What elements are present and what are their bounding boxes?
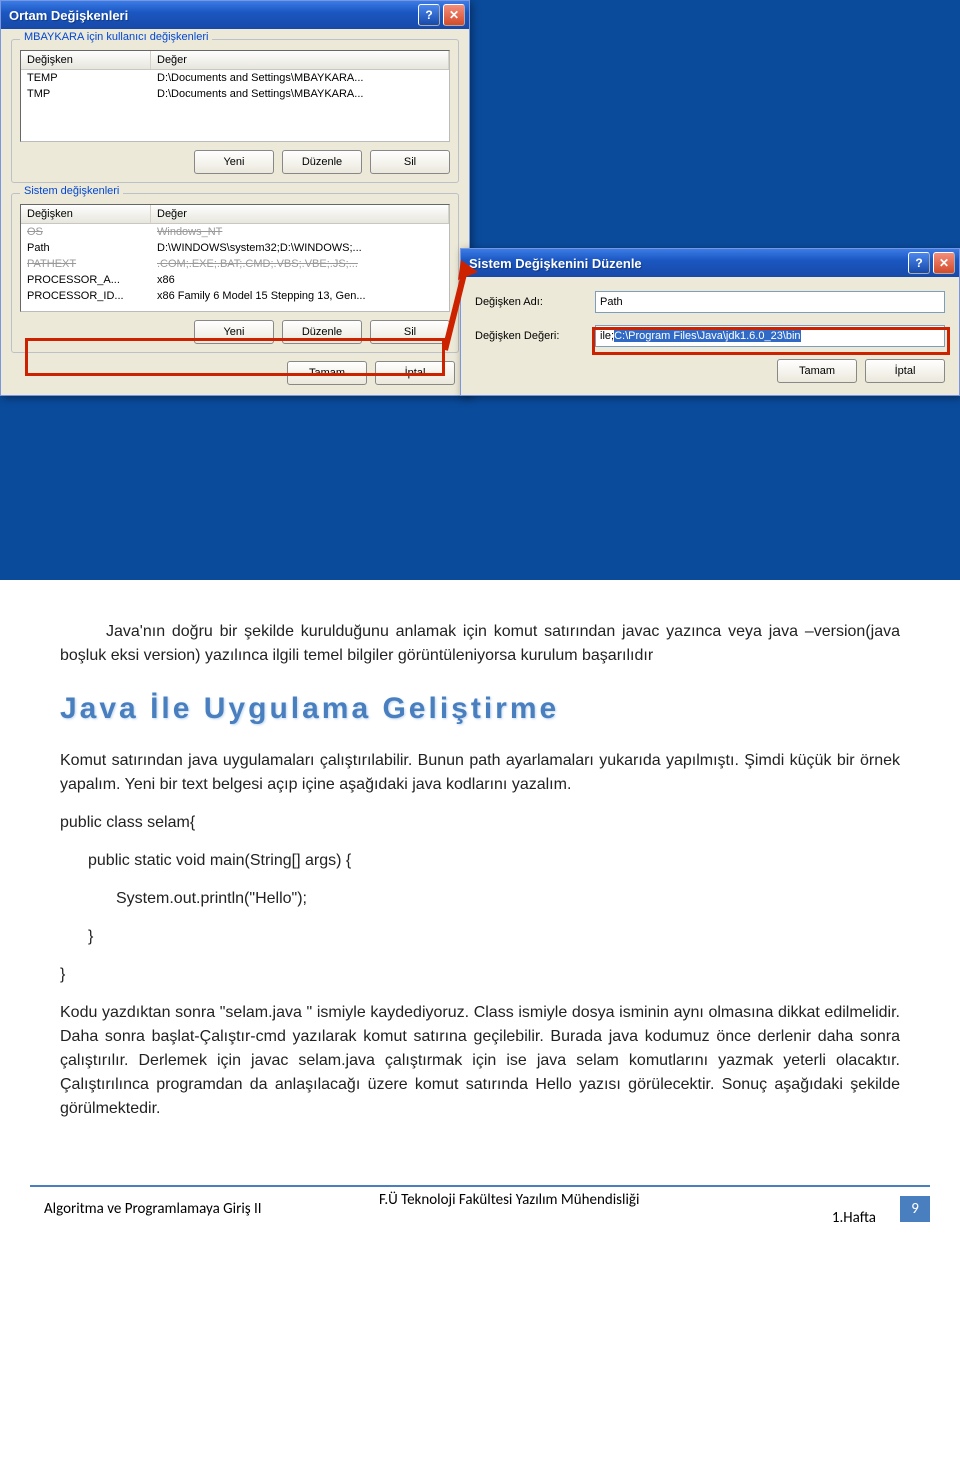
- titlebar[interactable]: Ortam Değişkenleri ? ✕: [1, 1, 469, 29]
- ok-button[interactable]: Tamam: [287, 361, 367, 385]
- col-header[interactable]: Değişken: [21, 51, 151, 69]
- edit-system-var-dialog: Sistem Değişkenini Düzenle ? ✕ Değişken …: [460, 248, 960, 396]
- help-button[interactable]: ?: [418, 4, 440, 26]
- page-footer: Algoritma ve Programlamaya Giriş II F.Ü …: [30, 1185, 930, 1227]
- delete-button[interactable]: Sil: [370, 320, 450, 344]
- edit-button[interactable]: Düzenle: [282, 320, 362, 344]
- var-name-input[interactable]: [595, 291, 945, 313]
- close-button[interactable]: ✕: [443, 4, 465, 26]
- help-button[interactable]: ?: [908, 252, 930, 274]
- paragraph: Komut satırından java uygulamaları çalış…: [60, 749, 900, 797]
- titlebar[interactable]: Sistem Değişkenini Düzenle ? ✕: [461, 249, 959, 277]
- list-row[interactable]: PROCESSOR_A... x86: [21, 272, 449, 288]
- user-vars-list[interactable]: Değişken Değer TEMP D:\Documents and Set…: [20, 50, 450, 142]
- var-name-label: Değişken Adı:: [475, 296, 595, 308]
- code-line: }: [60, 963, 900, 987]
- title-text: Ortam Değişkenleri: [5, 8, 415, 23]
- close-icon: ✕: [449, 8, 459, 22]
- new-button[interactable]: Yeni: [194, 320, 274, 344]
- list-row[interactable]: OS Windows_NT: [21, 224, 449, 240]
- value-selection: C:\Program Files\Java\jdk1.6.0_23\bin: [614, 330, 800, 342]
- paragraph: Java'nın doğru bir şekilde kurulduğunu a…: [60, 620, 900, 668]
- code-line: public class selam{: [60, 811, 900, 835]
- document-body: Java'nın doğru bir şekilde kurulduğunu a…: [0, 580, 960, 1155]
- delete-button[interactable]: Sil: [370, 150, 450, 174]
- system-vars-group: Sistem değişkenleri Değişken Değer OS Wi…: [11, 193, 459, 353]
- ok-button[interactable]: Tamam: [777, 359, 857, 383]
- code-line: public static void main(String[] args) {: [60, 849, 900, 873]
- footer-left: Algoritma ve Programlamaya Giriş II: [30, 1200, 379, 1218]
- col-header[interactable]: Değişken: [21, 205, 151, 223]
- page-number: 9: [900, 1196, 930, 1222]
- code-line: }: [60, 925, 900, 949]
- new-button[interactable]: Yeni: [194, 150, 274, 174]
- col-header[interactable]: Değer: [151, 51, 449, 69]
- var-value-input[interactable]: ile;C:\Program Files\Java\jdk1.6.0_23\bi…: [595, 325, 945, 347]
- col-header[interactable]: Değer: [151, 205, 449, 223]
- edit-button[interactable]: Düzenle: [282, 150, 362, 174]
- close-icon: ✕: [939, 256, 949, 270]
- cancel-button[interactable]: İptal: [865, 359, 945, 383]
- env-vars-dialog: Ortam Değişkenleri ? ✕ MBAYKARA için kul…: [0, 0, 470, 396]
- system-vars-list[interactable]: Değişken Değer OS Windows_NT Path D:\WIN…: [20, 204, 450, 312]
- var-value-label: Değişken Değeri:: [475, 330, 595, 342]
- list-row[interactable]: PATHEXT .COM;.EXE;.BAT;.CMD;.VBS;.VBE;.J…: [21, 256, 449, 272]
- list-row[interactable]: TMP D:\Documents and Settings\MBAYKARA..…: [21, 86, 449, 102]
- paragraph: Kodu yazdıktan sonra "selam.java " ismiy…: [60, 1001, 900, 1121]
- cancel-button[interactable]: İptal: [375, 361, 455, 385]
- list-row[interactable]: PROCESSOR_ID... x86 Family 6 Model 15 St…: [21, 288, 449, 304]
- screenshot-region: Ortam Değişkenleri ? ✕ MBAYKARA için kul…: [0, 0, 960, 580]
- close-button[interactable]: ✕: [933, 252, 955, 274]
- section-heading: Java İle Uygulama Geliştirme: [60, 686, 900, 731]
- user-vars-group: MBAYKARA için kullanıcı değişkenleri Değ…: [11, 39, 459, 183]
- code-line: System.out.println("Hello");: [60, 887, 900, 911]
- footer-center: F.Ü Teknoloji Fakültesi Yazılım Mühendis…: [379, 1191, 900, 1227]
- title-text: Sistem Değişkenini Düzenle: [465, 256, 905, 271]
- list-row[interactable]: TEMP D:\Documents and Settings\MBAYKARA.…: [21, 70, 449, 86]
- group-legend: MBAYKARA için kullanıcı değişkenleri: [20, 31, 212, 43]
- group-legend: Sistem değişkenleri: [20, 185, 123, 197]
- list-row-path[interactable]: Path D:\WINDOWS\system32;D:\WINDOWS;...: [21, 240, 449, 256]
- value-prefix: ile;: [600, 330, 614, 342]
